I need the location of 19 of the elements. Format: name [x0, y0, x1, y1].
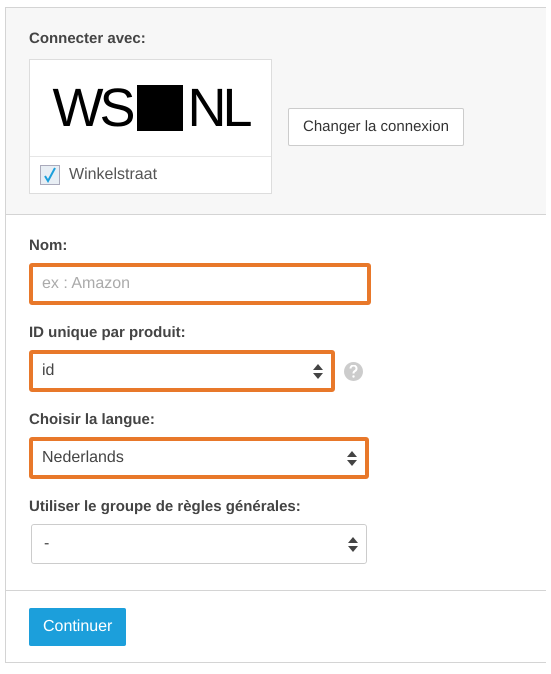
shop-name: Winkelstraat: [69, 166, 158, 184]
select-field[interactable]: -: [31, 524, 367, 564]
sort-arrows-icon: [347, 450, 357, 466]
field-label: Choisir la langue:: [29, 411, 156, 428]
logo-text: WS: [52, 81, 132, 135]
section-label: Connecter avec:: [29, 30, 147, 47]
text-input[interactable]: ex : Amazon: [29, 263, 371, 305]
field-label: Utiliser le groupe de règles générales:: [29, 498, 302, 515]
sort-arrows-icon: [313, 364, 323, 378]
change-connection-button[interactable]: Changer la connexion: [288, 108, 464, 146]
field-label: Nom:: [29, 237, 68, 254]
logo-square-icon: [137, 85, 184, 131]
select-field[interactable]: Nederlands: [29, 437, 369, 479]
field-label: ID unique par produit:: [29, 324, 187, 341]
select-field[interactable]: id: [29, 350, 335, 392]
sort-arrows-icon: [348, 536, 358, 552]
checkbox[interactable]: [40, 165, 60, 185]
logo-text: NL: [187, 81, 249, 135]
help-icon[interactable]: [344, 362, 363, 380]
